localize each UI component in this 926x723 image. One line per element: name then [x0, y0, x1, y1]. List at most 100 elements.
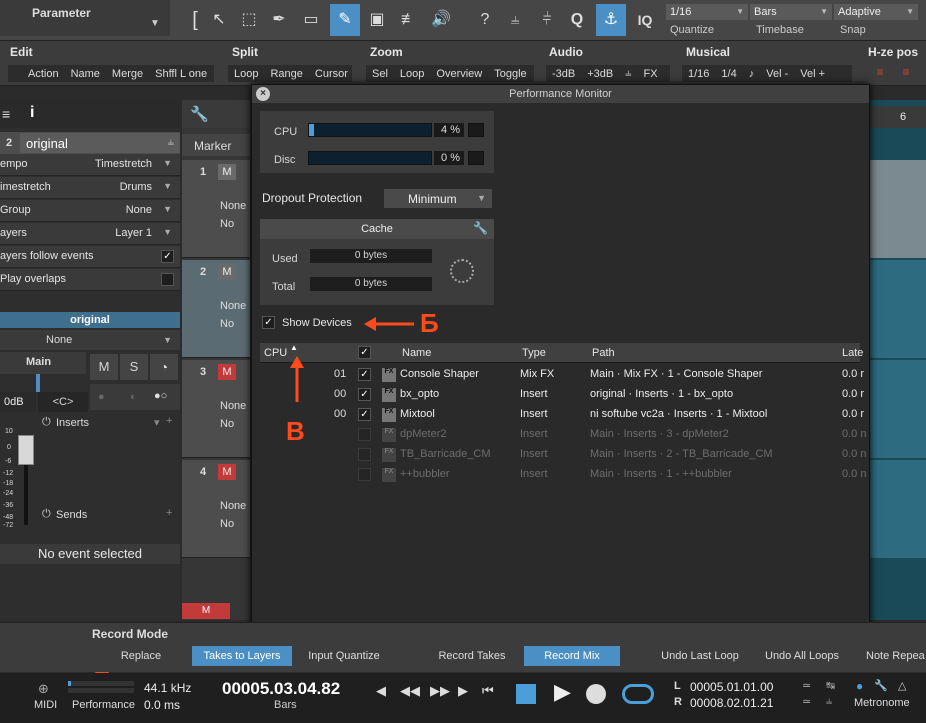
fast-forward-icon[interactable]: ▶▶: [430, 683, 450, 699]
row-checkbox[interactable]: ✓: [358, 388, 371, 401]
quantize-tool-icon[interactable]: Q: [562, 4, 592, 36]
snap-select[interactable]: Adaptive ▼: [834, 4, 918, 20]
row-checkbox[interactable]: ✓: [358, 408, 371, 421]
stop-button[interactable]: [516, 684, 536, 704]
monitor-icon[interactable]: ◔: [150, 354, 178, 380]
volume-fader-handle[interactable]: [18, 435, 34, 465]
rewind-icon[interactable]: ◀◀: [400, 683, 420, 699]
loop-start[interactable]: 00005.01.01.00: [690, 680, 773, 694]
select-all-checkbox[interactable]: ✓: [358, 346, 371, 359]
cpu-column-header[interactable]: CPU: [264, 347, 287, 359]
row-checkbox[interactable]: [358, 468, 371, 481]
audio-minus3db-button[interactable]: -3dB: [546, 68, 581, 80]
cpu-peak-indicator[interactable]: [468, 123, 484, 137]
master-mute-button[interactable]: M: [182, 603, 230, 619]
wrench-icon[interactable]: 🔧: [473, 221, 488, 235]
latency-column-header[interactable]: Late: [842, 347, 863, 359]
edit-merge-button[interactable]: Merge: [106, 68, 149, 80]
channel-input-select[interactable]: None ▼: [0, 330, 180, 350]
edit-name-button[interactable]: Name: [65, 68, 106, 80]
help-icon[interactable]: ?: [470, 4, 500, 36]
wrench-icon[interactable]: 🔧: [190, 105, 209, 123]
autopunch-icon[interactable]: ↹: [826, 679, 835, 692]
track-1[interactable]: 1 M None No: [182, 160, 250, 258]
output-select[interactable]: Main: [0, 352, 86, 374]
draw-tool-icon[interactable]: ✎: [330, 4, 360, 36]
input-monitor-icon[interactable]: ◐: [130, 391, 137, 403]
quantize-select[interactable]: 1/16 ▼: [666, 4, 748, 20]
midi-icon[interactable]: ⊕: [38, 681, 49, 697]
show-devices-label[interactable]: Show Devices: [282, 317, 352, 329]
zoom-sel-button[interactable]: Sel: [366, 68, 394, 80]
close-icon[interactable]: ×: [256, 87, 270, 101]
record-arm-icon[interactable]: ●: [98, 391, 105, 403]
tempo-row[interactable]: empo Timestretch ▼: [0, 154, 180, 176]
vel-plus-button[interactable]: Vel +: [794, 68, 831, 80]
record-mix-button[interactable]: Record Mix: [524, 646, 620, 666]
note-icon[interactable]: ♪: [743, 68, 761, 80]
eraser-tool-icon[interactable]: ▭: [296, 4, 326, 36]
play-icon[interactable]: ▶: [554, 679, 571, 705]
menu-icon[interactable]: ≡: [2, 106, 10, 122]
table-row[interactable]: 01 ✓ FX Console Shaper Mix FX Main · Mix…: [260, 365, 864, 385]
audio-event-track-3[interactable]: [868, 360, 926, 458]
play-overlaps-checkbox[interactable]: [161, 273, 174, 286]
performance-label[interactable]: Performance: [72, 699, 135, 711]
hpos-right-icon[interactable]: ≡: [896, 65, 916, 82]
next-marker-icon[interactable]: ▶: [458, 683, 468, 699]
zoom-loop-button[interactable]: Loop: [394, 68, 430, 80]
timeline-ruler[interactable]: 6: [868, 106, 926, 128]
track-name-field[interactable]: original ⫨: [20, 133, 180, 153]
layers-row[interactable]: ayers Layer 1 ▼: [0, 223, 180, 245]
table-row[interactable]: 00 ✓ FX bx_opto Insert original · Insert…: [260, 385, 864, 405]
add-icon[interactable]: +: [166, 415, 172, 427]
musical-4-button[interactable]: 1/4: [715, 68, 742, 80]
table-row[interactable]: 00 ✓ FX Mixtool Insert ni softube vc2a ·…: [260, 405, 864, 425]
takes-to-layers-button[interactable]: Takes to Layers: [192, 646, 292, 666]
edit-shuffle-button[interactable]: Shffl L one: [149, 68, 213, 80]
path-column-header[interactable]: Path: [592, 347, 615, 359]
add-icon[interactable]: +: [166, 507, 172, 519]
row-checkbox[interactable]: ✓: [358, 368, 371, 381]
input-quantize-button[interactable]: Input Quantize: [296, 646, 392, 666]
mute-tool-icon[interactable]: ▣: [362, 4, 392, 36]
track-3[interactable]: 3 M None No: [182, 360, 250, 458]
click-icon[interactable]: △: [898, 679, 906, 692]
note-repeat-button[interactable]: Note Repea: [866, 646, 926, 666]
precount-icon[interactable]: ≃: [802, 679, 811, 692]
group-row[interactable]: Group None ▼: [0, 200, 180, 222]
name-column-header[interactable]: Name: [402, 347, 431, 359]
row-checkbox[interactable]: [358, 448, 371, 461]
channel-mute-button[interactable]: M: [90, 354, 118, 380]
performance-meter-disc[interactable]: [68, 688, 134, 693]
table-row[interactable]: FX ++bubbler Insert Main · Inserts · 1 -…: [260, 465, 866, 485]
dropout-protection-select[interactable]: Minimum ▼: [384, 189, 492, 208]
row-checkbox[interactable]: [358, 428, 371, 441]
disc-peak-indicator[interactable]: [468, 151, 484, 165]
paint-tool-icon[interactable]: ✒: [264, 4, 294, 36]
channel-solo-button[interactable]: S: [120, 354, 148, 380]
info-icon[interactable]: i: [30, 104, 34, 122]
volume-readout[interactable]: 0dB: [0, 392, 36, 412]
waveform-icon[interactable]: ⫨: [619, 67, 637, 80]
toggle-icon[interactable]: ●○: [154, 390, 167, 402]
layers-follow-row[interactable]: ayers follow events ✓: [0, 246, 180, 268]
audio-fx-button[interactable]: FX: [637, 68, 663, 80]
track-2-mute-button[interactable]: M: [218, 264, 236, 280]
musical-16-button[interactable]: 1/16: [682, 68, 715, 80]
track-4-mute-button[interactable]: M: [218, 464, 236, 480]
track-1-mute-button[interactable]: M: [218, 164, 236, 180]
table-row[interactable]: FX TB_Barricade_CM Insert Main · Inserts…: [260, 445, 866, 465]
sends-header[interactable]: ⏻ Sends +: [38, 506, 180, 524]
undo-last-loop-button[interactable]: Undo Last Loop: [650, 646, 750, 666]
listen-tool-icon[interactable]: 🔊: [426, 4, 456, 36]
pan-readout[interactable]: <C>: [38, 392, 88, 412]
layers-follow-checkbox[interactable]: ✓: [161, 250, 174, 263]
undo-all-loops-button[interactable]: Undo All Loops: [752, 646, 852, 666]
return-to-zero-icon[interactable]: ⏮: [482, 683, 494, 699]
record-button[interactable]: [586, 684, 606, 704]
split-cursor-button[interactable]: Cursor: [309, 68, 354, 80]
power-icon[interactable]: ⏻: [42, 508, 51, 521]
range-tool-icon[interactable]: ⬚: [234, 4, 264, 36]
table-row[interactable]: FX dpMeter2 Insert Main · Inserts · 3 - …: [260, 425, 866, 445]
